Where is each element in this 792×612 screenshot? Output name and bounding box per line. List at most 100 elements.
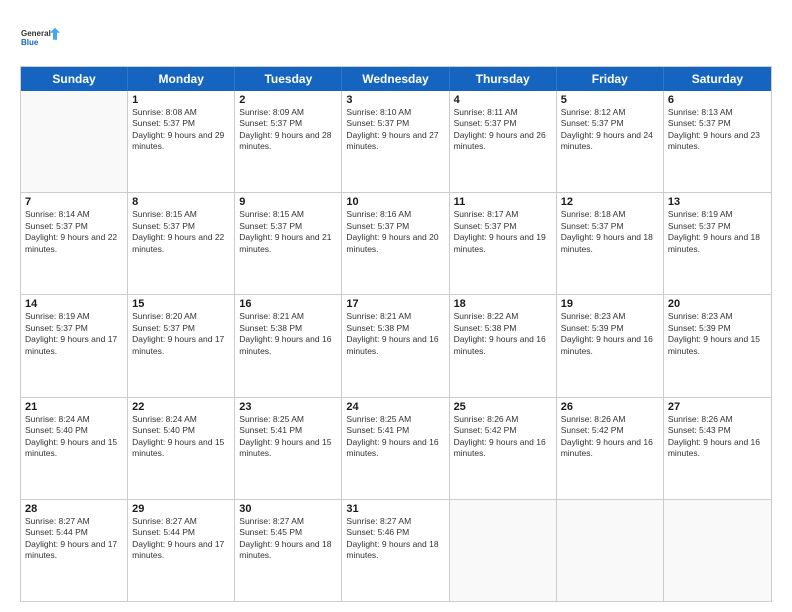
calendar-cell: 29Sunrise: 8:27 AMSunset: 5:44 PMDayligh… — [128, 500, 235, 601]
calendar-cell: 27Sunrise: 8:26 AMSunset: 5:43 PMDayligh… — [664, 398, 771, 499]
calendar-header: SundayMondayTuesdayWednesdayThursdayFrid… — [21, 67, 771, 91]
calendar-row-2: 14Sunrise: 8:19 AMSunset: 5:37 PMDayligh… — [21, 295, 771, 397]
calendar-cell: 11Sunrise: 8:17 AMSunset: 5:37 PMDayligh… — [450, 193, 557, 294]
calendar-cell: 23Sunrise: 8:25 AMSunset: 5:41 PMDayligh… — [235, 398, 342, 499]
day-number: 26 — [561, 401, 659, 413]
calendar-cell: 26Sunrise: 8:26 AMSunset: 5:42 PMDayligh… — [557, 398, 664, 499]
day-info: Sunrise: 8:09 AMSunset: 5:37 PMDaylight:… — [239, 107, 337, 153]
calendar-cell: 3Sunrise: 8:10 AMSunset: 5:37 PMDaylight… — [342, 91, 449, 192]
day-info: Sunrise: 8:27 AMSunset: 5:44 PMDaylight:… — [132, 516, 230, 562]
calendar-cell: 13Sunrise: 8:19 AMSunset: 5:37 PMDayligh… — [664, 193, 771, 294]
day-number: 18 — [454, 298, 552, 310]
day-info: Sunrise: 8:27 AMSunset: 5:46 PMDaylight:… — [346, 516, 444, 562]
calendar-row-3: 21Sunrise: 8:24 AMSunset: 5:40 PMDayligh… — [21, 398, 771, 500]
day-info: Sunrise: 8:25 AMSunset: 5:41 PMDaylight:… — [346, 414, 444, 460]
calendar-cell: 19Sunrise: 8:23 AMSunset: 5:39 PMDayligh… — [557, 295, 664, 396]
day-number: 6 — [668, 94, 767, 106]
day-info: Sunrise: 8:18 AMSunset: 5:37 PMDaylight:… — [561, 209, 659, 255]
day-number: 21 — [25, 401, 123, 413]
day-info: Sunrise: 8:22 AMSunset: 5:38 PMDaylight:… — [454, 311, 552, 357]
logo: General Blue — [20, 18, 60, 58]
day-number: 24 — [346, 401, 444, 413]
day-number: 13 — [668, 196, 767, 208]
day-info: Sunrise: 8:12 AMSunset: 5:37 PMDaylight:… — [561, 107, 659, 153]
calendar-cell: 16Sunrise: 8:21 AMSunset: 5:38 PMDayligh… — [235, 295, 342, 396]
day-number: 25 — [454, 401, 552, 413]
day-number: 2 — [239, 94, 337, 106]
day-info: Sunrise: 8:10 AMSunset: 5:37 PMDaylight:… — [346, 107, 444, 153]
page: General Blue SundayMondayTuesdayWednesda… — [0, 0, 792, 612]
day-info: Sunrise: 8:27 AMSunset: 5:44 PMDaylight:… — [25, 516, 123, 562]
calendar-cell — [450, 500, 557, 601]
calendar-cell: 31Sunrise: 8:27 AMSunset: 5:46 PMDayligh… — [342, 500, 449, 601]
calendar-row-0: 1Sunrise: 8:08 AMSunset: 5:37 PMDaylight… — [21, 91, 771, 193]
calendar-cell: 17Sunrise: 8:21 AMSunset: 5:38 PMDayligh… — [342, 295, 449, 396]
calendar-cell: 25Sunrise: 8:26 AMSunset: 5:42 PMDayligh… — [450, 398, 557, 499]
day-number: 12 — [561, 196, 659, 208]
day-number: 10 — [346, 196, 444, 208]
calendar-cell: 6Sunrise: 8:13 AMSunset: 5:37 PMDaylight… — [664, 91, 771, 192]
day-info: Sunrise: 8:27 AMSunset: 5:45 PMDaylight:… — [239, 516, 337, 562]
day-info: Sunrise: 8:15 AMSunset: 5:37 PMDaylight:… — [132, 209, 230, 255]
day-info: Sunrise: 8:19 AMSunset: 5:37 PMDaylight:… — [25, 311, 123, 357]
day-number: 7 — [25, 196, 123, 208]
day-info: Sunrise: 8:17 AMSunset: 5:37 PMDaylight:… — [454, 209, 552, 255]
day-number: 23 — [239, 401, 337, 413]
calendar: SundayMondayTuesdayWednesdayThursdayFrid… — [20, 66, 772, 602]
day-info: Sunrise: 8:15 AMSunset: 5:37 PMDaylight:… — [239, 209, 337, 255]
calendar-cell: 2Sunrise: 8:09 AMSunset: 5:37 PMDaylight… — [235, 91, 342, 192]
weekday-header-wednesday: Wednesday — [342, 67, 449, 91]
weekday-header-monday: Monday — [128, 67, 235, 91]
day-info: Sunrise: 8:11 AMSunset: 5:37 PMDaylight:… — [454, 107, 552, 153]
calendar-cell: 21Sunrise: 8:24 AMSunset: 5:40 PMDayligh… — [21, 398, 128, 499]
day-info: Sunrise: 8:23 AMSunset: 5:39 PMDaylight:… — [561, 311, 659, 357]
calendar-cell: 4Sunrise: 8:11 AMSunset: 5:37 PMDaylight… — [450, 91, 557, 192]
calendar-cell: 7Sunrise: 8:14 AMSunset: 5:37 PMDaylight… — [21, 193, 128, 294]
calendar-cell: 1Sunrise: 8:08 AMSunset: 5:37 PMDaylight… — [128, 91, 235, 192]
day-info: Sunrise: 8:20 AMSunset: 5:37 PMDaylight:… — [132, 311, 230, 357]
weekday-header-saturday: Saturday — [664, 67, 771, 91]
calendar-cell: 8Sunrise: 8:15 AMSunset: 5:37 PMDaylight… — [128, 193, 235, 294]
svg-text:Blue: Blue — [21, 38, 39, 47]
calendar-body: 1Sunrise: 8:08 AMSunset: 5:37 PMDaylight… — [21, 91, 771, 601]
logo-svg: General Blue — [20, 18, 60, 58]
calendar-cell: 14Sunrise: 8:19 AMSunset: 5:37 PMDayligh… — [21, 295, 128, 396]
day-info: Sunrise: 8:26 AMSunset: 5:42 PMDaylight:… — [561, 414, 659, 460]
day-number: 29 — [132, 503, 230, 515]
day-info: Sunrise: 8:19 AMSunset: 5:37 PMDaylight:… — [668, 209, 767, 255]
calendar-cell: 20Sunrise: 8:23 AMSunset: 5:39 PMDayligh… — [664, 295, 771, 396]
day-number: 31 — [346, 503, 444, 515]
day-number: 15 — [132, 298, 230, 310]
weekday-header-thursday: Thursday — [450, 67, 557, 91]
calendar-cell — [557, 500, 664, 601]
day-info: Sunrise: 8:13 AMSunset: 5:37 PMDaylight:… — [668, 107, 767, 153]
calendar-cell: 24Sunrise: 8:25 AMSunset: 5:41 PMDayligh… — [342, 398, 449, 499]
day-number: 14 — [25, 298, 123, 310]
day-number: 8 — [132, 196, 230, 208]
day-number: 9 — [239, 196, 337, 208]
day-info: Sunrise: 8:24 AMSunset: 5:40 PMDaylight:… — [25, 414, 123, 460]
day-number: 22 — [132, 401, 230, 413]
day-number: 19 — [561, 298, 659, 310]
calendar-cell: 22Sunrise: 8:24 AMSunset: 5:40 PMDayligh… — [128, 398, 235, 499]
calendar-cell: 10Sunrise: 8:16 AMSunset: 5:37 PMDayligh… — [342, 193, 449, 294]
day-info: Sunrise: 8:26 AMSunset: 5:43 PMDaylight:… — [668, 414, 767, 460]
day-number: 5 — [561, 94, 659, 106]
calendar-cell — [664, 500, 771, 601]
calendar-cell: 5Sunrise: 8:12 AMSunset: 5:37 PMDaylight… — [557, 91, 664, 192]
weekday-header-tuesday: Tuesday — [235, 67, 342, 91]
weekday-header-friday: Friday — [557, 67, 664, 91]
day-number: 28 — [25, 503, 123, 515]
day-number: 11 — [454, 196, 552, 208]
day-number: 3 — [346, 94, 444, 106]
weekday-header-sunday: Sunday — [21, 67, 128, 91]
day-info: Sunrise: 8:23 AMSunset: 5:39 PMDaylight:… — [668, 311, 767, 357]
day-info: Sunrise: 8:21 AMSunset: 5:38 PMDaylight:… — [239, 311, 337, 357]
calendar-row-1: 7Sunrise: 8:14 AMSunset: 5:37 PMDaylight… — [21, 193, 771, 295]
calendar-cell — [21, 91, 128, 192]
day-info: Sunrise: 8:25 AMSunset: 5:41 PMDaylight:… — [239, 414, 337, 460]
svg-text:General: General — [21, 29, 51, 38]
day-number: 16 — [239, 298, 337, 310]
calendar-row-4: 28Sunrise: 8:27 AMSunset: 5:44 PMDayligh… — [21, 500, 771, 601]
day-info: Sunrise: 8:16 AMSunset: 5:37 PMDaylight:… — [346, 209, 444, 255]
